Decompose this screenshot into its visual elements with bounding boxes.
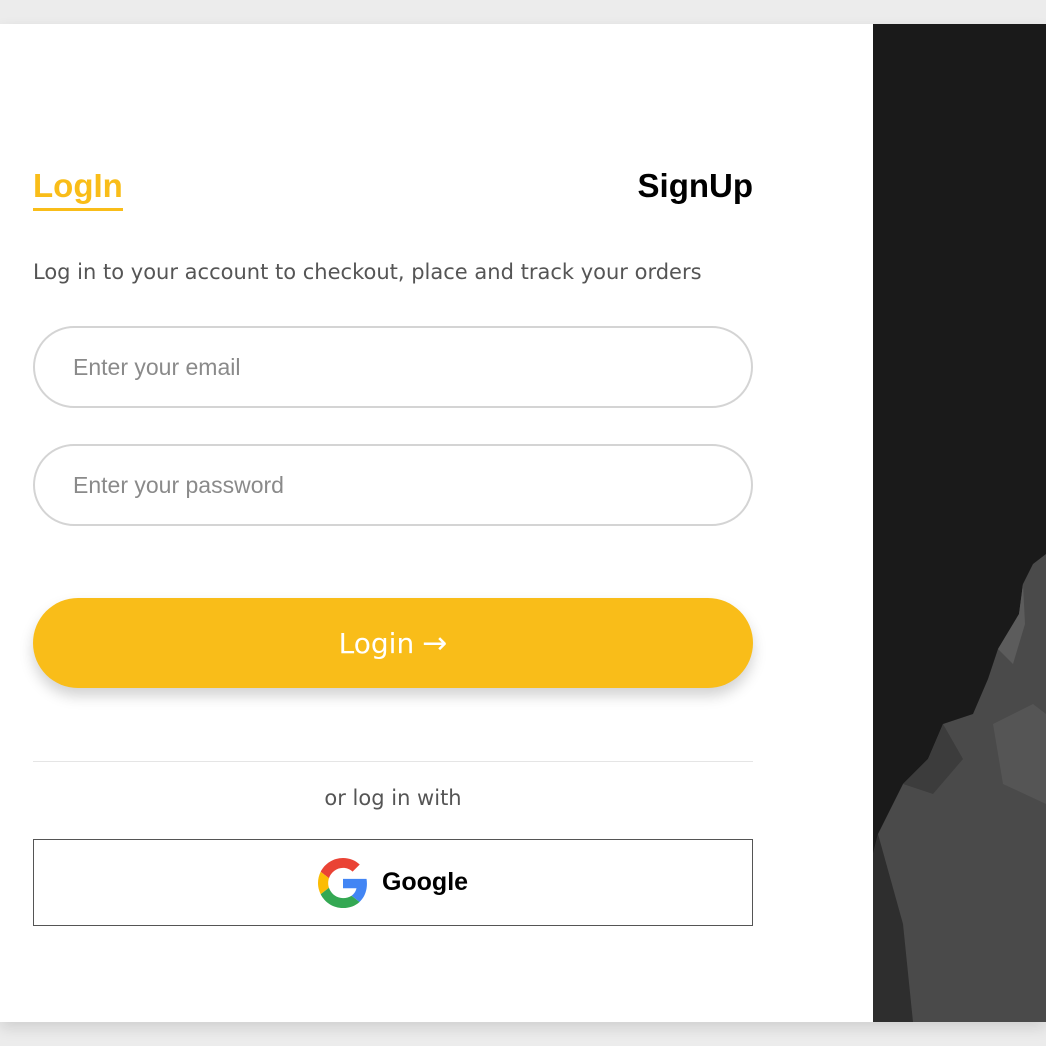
login-button[interactable]: Login → bbox=[33, 598, 753, 688]
login-button-label: Login bbox=[338, 626, 415, 660]
google-button-label: Google bbox=[381, 868, 469, 896]
tab-signup[interactable]: SignUp bbox=[638, 166, 753, 206]
email-input[interactable] bbox=[73, 328, 713, 406]
password-field-container bbox=[33, 444, 753, 526]
login-card: LogIn SignUp Log in to your account to c… bbox=[0, 24, 1046, 1022]
alt-login-text: or log in with bbox=[324, 786, 462, 810]
divider bbox=[33, 761, 753, 762]
tab-login[interactable]: LogIn bbox=[33, 166, 123, 211]
arrow-right-icon: → bbox=[422, 625, 448, 661]
password-input[interactable] bbox=[73, 446, 713, 524]
email-field-container bbox=[33, 326, 753, 408]
hero-image bbox=[873, 24, 1046, 1022]
person-silhouette-image bbox=[873, 24, 1046, 1022]
auth-tabs: LogIn SignUp bbox=[33, 166, 753, 216]
google-login-button[interactable]: Google bbox=[33, 839, 753, 926]
google-icon bbox=[317, 857, 367, 908]
login-subtitle: Log in to your account to checkout, plac… bbox=[33, 260, 702, 284]
